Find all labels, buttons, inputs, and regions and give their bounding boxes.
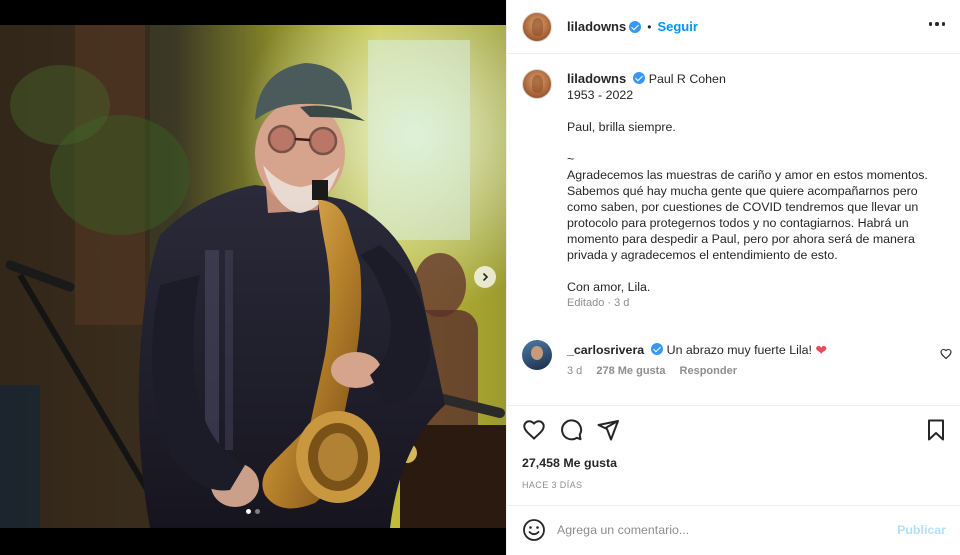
caption-line: ~	[567, 152, 575, 166]
comment-input[interactable]	[557, 520, 877, 540]
red-heart-emoji: ❤	[815, 342, 828, 358]
caption-line: Paul, brilla siempre.	[567, 120, 676, 134]
header-separator: •	[647, 19, 652, 34]
reply-button[interactable]: Responder	[680, 365, 737, 377]
next-photo-button[interactable]	[474, 266, 496, 288]
follow-button[interactable]: Seguir	[657, 19, 697, 34]
comment-avatar[interactable]	[522, 340, 552, 370]
comment-time: 3 d	[567, 365, 583, 377]
caption-line: como saben, por cuestiones de COVID tend…	[567, 200, 919, 214]
caption-line: Agradecemos las muestras de cariño y amo…	[567, 168, 928, 182]
comment-text: _carlosrivera Un abrazo muy fuerte Lila!…	[567, 342, 927, 358]
photo-pane	[0, 0, 506, 555]
add-comment-bar: Publicar	[507, 505, 960, 555]
emoji-icon[interactable]	[522, 518, 546, 542]
carousel-dot	[255, 509, 260, 514]
post-time: HACE 3 DÍAS	[522, 480, 583, 490]
caption-username[interactable]: liladowns	[567, 71, 626, 86]
caption-meta: Editado · 3 d	[567, 297, 630, 309]
account-avatar[interactable]	[522, 12, 552, 42]
account-username[interactable]: liladowns	[567, 19, 626, 34]
caption-line: Sabemos qué hay mucha gente que quiere a…	[567, 184, 918, 198]
comment-meta: 3 d 278 Me gusta Responder	[567, 365, 748, 377]
verified-badge-icon	[651, 343, 664, 355]
caption-line: momento para despedir a Paul, pero por a…	[567, 232, 915, 246]
carousel-dots	[246, 509, 260, 514]
post-side-panel: liladowns • Seguir liladowns Paul R Cohe…	[506, 0, 960, 555]
caption-line: Con amor, Lila.	[567, 280, 651, 294]
likes-count[interactable]: 27,458 Me gusta	[522, 456, 617, 470]
caption-line: protocolo para protegernos todos y no co…	[567, 216, 909, 230]
next-arrow-icon	[482, 272, 489, 282]
saxophonist-photo	[0, 25, 506, 528]
caption-line: privada y agradecemos el entendimiento d…	[567, 248, 838, 262]
post-caption: liladowns Paul R Cohen 1953 - 2022 Paul,…	[567, 71, 947, 311]
caption-line: 1953 - 2022	[567, 88, 634, 102]
comment-icon[interactable]	[559, 418, 583, 442]
action-icons-row	[522, 418, 620, 442]
post-comments-area: liladowns Paul R Cohen 1953 - 2022 Paul,…	[507, 55, 960, 405]
verified-badge-icon	[633, 72, 646, 84]
comment-likes[interactable]: 278 Me gusta	[596, 365, 665, 377]
share-icon[interactable]	[596, 418, 620, 442]
publish-button[interactable]: Publicar	[897, 523, 946, 537]
caption-avatar[interactable]	[522, 69, 552, 99]
header-account-line: liladowns • Seguir	[567, 19, 698, 34]
like-heart-icon[interactable]	[522, 418, 546, 442]
post-header: liladowns • Seguir	[507, 0, 960, 54]
bookmark-icon[interactable]	[924, 418, 948, 442]
small-heart-icon[interactable]	[940, 348, 952, 360]
comment-username[interactable]: _carlosrivera	[567, 343, 644, 357]
caption-line: Paul R Cohen	[648, 72, 726, 86]
post-photo[interactable]	[0, 25, 506, 528]
more-options-icon[interactable]	[928, 18, 945, 30]
verified-badge-icon	[629, 20, 642, 33]
comment-body: Un abrazo muy fuerte Lila!	[666, 343, 812, 357]
carousel-dot-active	[246, 509, 251, 514]
